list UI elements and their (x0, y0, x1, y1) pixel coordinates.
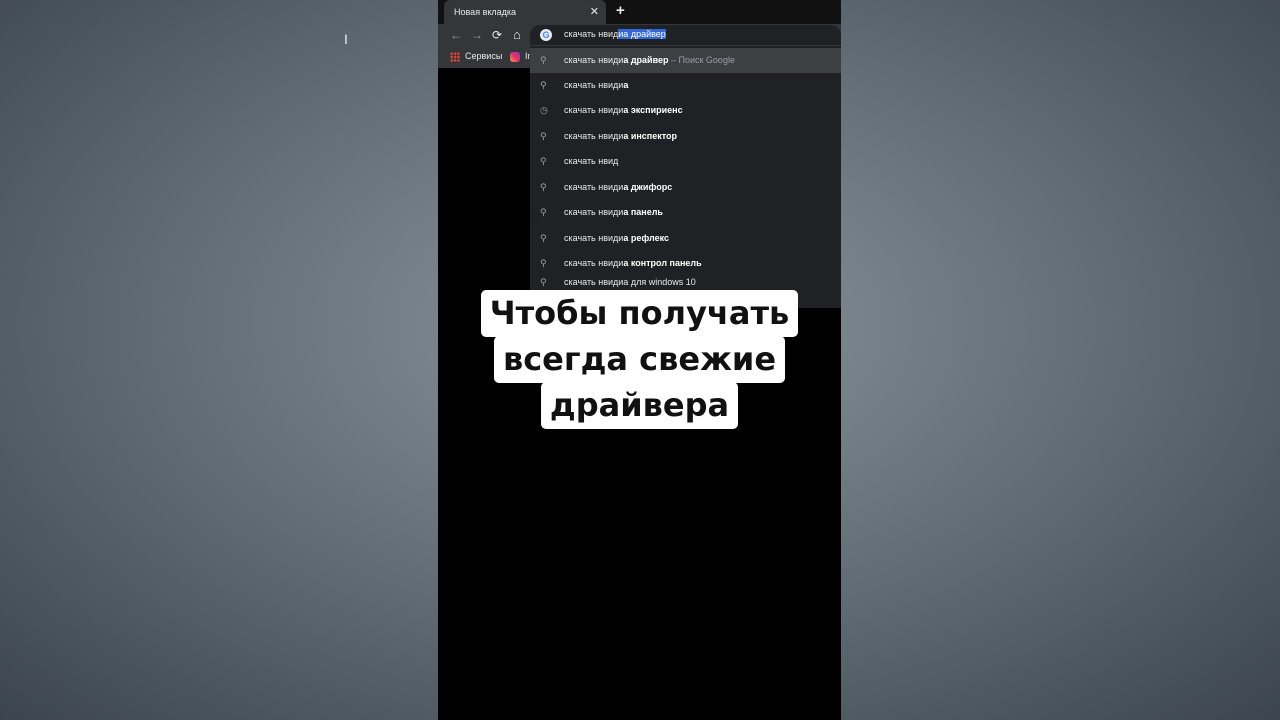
apps-grid-icon[interactable] (450, 52, 460, 62)
browser-tab[interactable]: Новая вкладка ✕ (444, 0, 606, 24)
search-icon: ⚲ (540, 182, 547, 192)
search-icon: ⚲ (540, 277, 547, 287)
close-icon[interactable]: ✕ (590, 0, 599, 24)
search-icon: ⚲ (540, 156, 547, 166)
home-icon[interactable]: ⌂ (513, 27, 521, 43)
suggestion-item[interactable]: ⚲ скачать нвидиа рефлекс (530, 226, 841, 251)
suggestion-item[interactable]: ⚲ скачать нвидиа джифорс (530, 175, 841, 200)
suggestions-dropdown: ⚲ скачать нвидиа драйвер – Поиск Google … (530, 46, 841, 308)
suggestion-item[interactable]: ⚲ скачать нвидиа (530, 73, 841, 98)
suggestion-hint: – Поиск Google (668, 55, 735, 65)
forward-icon[interactable]: → (471, 27, 483, 43)
suggestion-completion: а драйвер (623, 55, 669, 65)
suggestion-text: скачать нвид (564, 156, 619, 166)
new-tab-icon[interactable]: + (616, 2, 625, 19)
video-frame: Новая вкладка ✕ + ← → ⟳ ⌂ G скачать нвид… (438, 0, 841, 720)
suggestion-item[interactable]: ⚲ скачать нвидиа для windows 10 (530, 262, 841, 287)
search-icon: ⚲ (540, 207, 547, 217)
suggestion-item[interactable]: ⚲ скачать нвидиа инспектор (530, 124, 841, 149)
suggestion-completion: а инспектор (623, 131, 678, 141)
text-cursor-icon: I (344, 31, 348, 47)
suggestion-text: скачать нвиди (564, 105, 624, 115)
search-icon: ⚲ (540, 55, 547, 65)
suggestion-text: скачать нвиди (564, 182, 624, 192)
address-selected-text: иа драйвер (618, 29, 666, 39)
suggestion-item[interactable]: ⚲ скачать нвид (530, 149, 841, 174)
suggestion-completion: а экспириенс (623, 105, 683, 115)
caption-line-2: всегда свежие (493, 336, 786, 383)
address-input[interactable]: скачать нвидиа драйвер (564, 29, 666, 39)
caption-line-1: Чтобы получать (480, 290, 799, 337)
browser-toolbar: ← → ⟳ ⌂ G скачать нвидиа драйвер (438, 24, 841, 46)
suggestion-text: скачать нвиди (564, 233, 624, 243)
suggestion-completion: а рефлекс (623, 233, 669, 243)
suggestion-text: скачать нвиди (564, 207, 624, 217)
bookmark-services[interactable]: Сервисы (465, 51, 502, 61)
video-caption: Чтобы получать всегда свежие драйвера (438, 290, 841, 429)
tab-strip: Новая вкладка ✕ + (438, 0, 841, 24)
suggestion-completion: а (623, 80, 629, 90)
reload-icon[interactable]: ⟳ (492, 27, 502, 43)
suggestion-text: скачать нвиди (564, 131, 624, 141)
tab-title: Новая вкладка (454, 7, 517, 17)
suggestion-completion: а панель (623, 207, 663, 217)
back-icon[interactable]: ← (450, 27, 462, 43)
suggestion-item[interactable]: ⚲ скачать нвидиа драйвер – Поиск Google (530, 48, 841, 73)
suggestion-completion: а джифорс (623, 182, 673, 192)
suggestion-item[interactable]: ◷ скачать нвидиа экспириенс (530, 98, 841, 123)
search-icon: ⚲ (540, 233, 547, 243)
suggestion-text: скачать нвиди (564, 80, 624, 90)
caption-line-3: драйвера (540, 382, 739, 429)
search-icon: ⚲ (540, 131, 547, 141)
address-bar[interactable]: G скачать нвидиа драйвер (530, 25, 841, 45)
address-typed-text: скачать нвид (564, 29, 619, 39)
history-icon: ◷ (540, 105, 548, 115)
suggestion-text: скачать нвидиа для windows 10 (564, 277, 696, 287)
suggestion-text: скачать нвиди (564, 55, 624, 65)
google-icon: G (540, 29, 552, 41)
instagram-icon[interactable] (510, 52, 520, 62)
search-icon: ⚲ (540, 80, 547, 90)
suggestion-item[interactable]: ⚲ скачать нвидиа панель (530, 200, 841, 225)
